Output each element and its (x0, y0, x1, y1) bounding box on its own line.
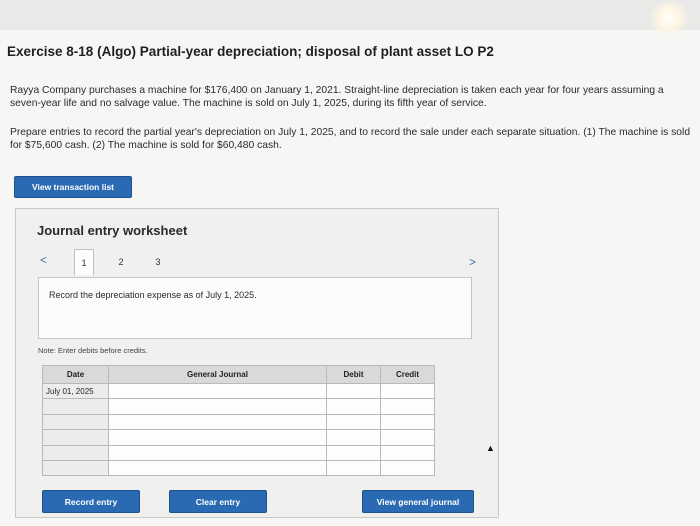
column-header-date: Date (42, 365, 109, 384)
worksheet-title: Journal entry worksheet (37, 223, 188, 238)
instruction-box: Record the depreciation expense as of Ju… (38, 277, 472, 339)
column-header-credit: Credit (380, 365, 435, 384)
debit-input[interactable] (326, 413, 381, 431)
account-input[interactable] (108, 444, 327, 461)
mouse-cursor-icon: ▲ (486, 443, 495, 453)
chevron-left-icon[interactable]: < (40, 253, 47, 267)
journal-table: Date General Journal Debit Credit July 0… (42, 365, 435, 477)
date-cell (42, 429, 109, 446)
debit-input[interactable] (326, 382, 381, 400)
instruction-text: Record the depreciation expense as of Ju… (49, 290, 257, 300)
table-row (42, 398, 435, 415)
table-row (42, 444, 435, 461)
table-row (42, 429, 435, 446)
debit-input[interactable] (326, 398, 381, 415)
credit-input[interactable] (380, 382, 435, 400)
date-cell (42, 413, 109, 431)
credit-input[interactable] (380, 398, 435, 415)
exercise-title: Exercise 8-18 (Algo) Partial-year deprec… (7, 44, 494, 59)
debit-input[interactable] (326, 444, 381, 461)
column-header-debit: Debit (326, 365, 381, 384)
table-row (42, 413, 435, 431)
clear-entry-button[interactable]: Clear entry (169, 490, 267, 513)
debit-input[interactable] (326, 459, 381, 477)
date-cell (42, 398, 109, 415)
account-input[interactable] (108, 398, 327, 415)
column-header-general-journal: General Journal (108, 365, 327, 384)
tab-1[interactable]: 1 (74, 249, 94, 275)
problem-paragraph: Rayya Company purchases a machine for $1… (10, 85, 664, 109)
instructions-paragraph: Prepare entries to record the partial ye… (10, 127, 691, 151)
journal-entry-worksheet: Journal entry worksheet < 1 2 3 > Record… (15, 208, 499, 518)
tab-3[interactable]: 3 (148, 249, 168, 275)
date-cell (42, 444, 109, 461)
tab-2[interactable]: 2 (111, 249, 131, 275)
credit-input[interactable] (380, 444, 435, 461)
date-cell: July 01, 2025 (42, 382, 109, 400)
date-cell (42, 459, 109, 477)
account-input[interactable] (108, 382, 327, 400)
credit-input[interactable] (380, 429, 435, 446)
view-general-journal-button[interactable]: View general journal (362, 490, 474, 513)
light-glare (646, 2, 692, 34)
credit-input[interactable] (380, 413, 435, 431)
view-transaction-list-button[interactable]: View transaction list (14, 176, 132, 198)
debit-input[interactable] (326, 429, 381, 446)
account-input[interactable] (108, 459, 327, 477)
note-text: Note: Enter debits before credits. (38, 346, 148, 355)
account-input[interactable] (108, 429, 327, 446)
account-input[interactable] (108, 413, 327, 431)
chevron-right-icon[interactable]: > (469, 255, 476, 269)
table-header-row: Date General Journal Debit Credit (42, 365, 435, 384)
table-row: July 01, 2025 (42, 382, 435, 400)
record-entry-button[interactable]: Record entry (42, 490, 140, 513)
credit-input[interactable] (380, 459, 435, 477)
table-row (42, 459, 435, 477)
